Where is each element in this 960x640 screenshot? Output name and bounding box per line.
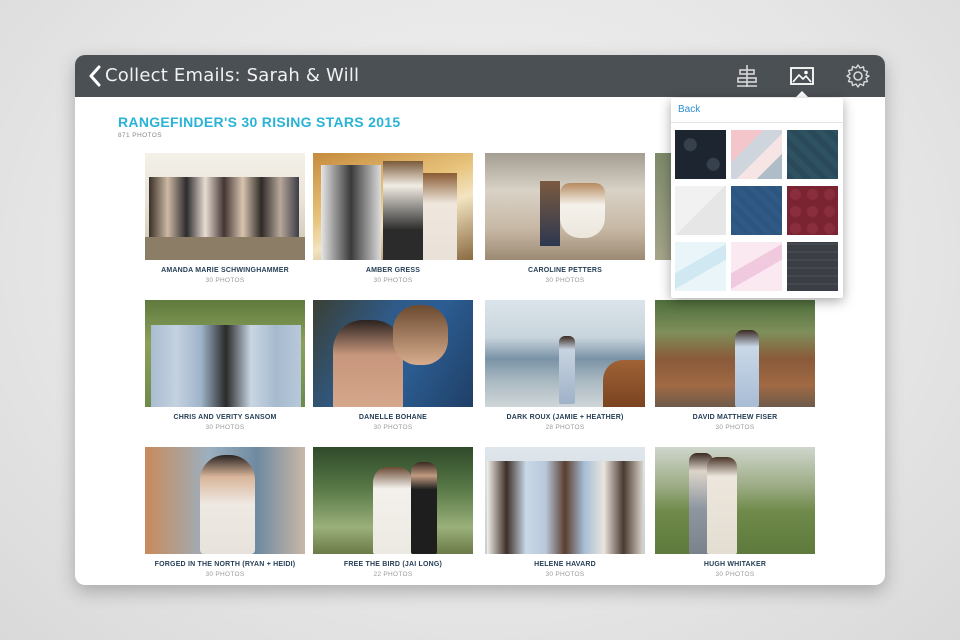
album-tile[interactable]: DARK ROUX (JAMIE + HEATHER) 28 PHOTOS — [485, 300, 645, 431]
album-tile[interactable]: AMBER GRESS 30 PHOTOS — [313, 153, 473, 284]
album-thumbnail[interactable] — [485, 153, 645, 260]
album-photo-count: 22 PHOTOS — [373, 571, 413, 578]
gallery-title: RANGEFINDER'S 30 RISING STARS 2015 — [118, 114, 401, 130]
album-tile[interactable]: HUGH WHITAKER 30 PHOTOS — [655, 447, 815, 578]
album-photo-count: 30 PHOTOS — [545, 571, 585, 578]
album-photo-count: 30 PHOTOS — [373, 424, 413, 431]
album-name: FREE THE BIRD (JAI LONG) — [343, 561, 443, 568]
album-thumbnail[interactable] — [145, 300, 305, 407]
popover-divider — [671, 122, 843, 123]
swatch-dark-plaid[interactable] — [787, 242, 838, 291]
album-tile[interactable]: HELENE HAVARD 30 PHOTOS — [485, 447, 645, 578]
album-photo-count: 30 PHOTOS — [715, 571, 755, 578]
gear-icon[interactable] — [845, 63, 871, 89]
image-icon[interactable] — [789, 63, 815, 89]
album-tile[interactable]: AMANDA MARIE SCHWINGHAMMER 30 PHOTOS — [145, 153, 305, 284]
album-name: FORGED IN THE NORTH (RYAN + HEIDI) — [154, 561, 296, 568]
swatch-pink-chevron[interactable] — [731, 242, 782, 291]
album-thumbnail[interactable] — [145, 153, 305, 260]
album-thumbnail[interactable] — [313, 153, 473, 260]
album-photo-count: 30 PHOTOS — [205, 571, 245, 578]
album-photo-count: 28 PHOTOS — [545, 424, 585, 431]
album-tile[interactable]: CAROLINE PETTERS 30 PHOTOS — [485, 153, 645, 284]
album-thumbnail[interactable] — [485, 300, 645, 407]
album-tile[interactable]: FORGED IN THE NORTH (RYAN + HEIDI) 30 PH… — [145, 447, 305, 578]
album-name: DARK ROUX (JAMIE + HEATHER) — [506, 414, 624, 421]
swatch-teal-pattern[interactable] — [787, 130, 838, 179]
album-thumbnail[interactable] — [485, 447, 645, 554]
align-icon[interactable] — [734, 63, 760, 89]
album-photo-count: 30 PHOTOS — [373, 277, 413, 284]
album-name: DAVID MATTHEW FISER — [692, 414, 778, 421]
swatch-pastel-triangles[interactable] — [731, 130, 782, 179]
album-photo-count: 30 PHOTOS — [545, 277, 585, 284]
swatch-light-blue-chevron[interactable] — [675, 242, 726, 291]
album-tile[interactable]: FREE THE BIRD (JAI LONG) 22 PHOTOS — [313, 447, 473, 578]
swatch-black-damask[interactable] — [675, 130, 726, 179]
album-name: DANELLE BOHANE — [358, 414, 428, 421]
album-thumbnail[interactable] — [313, 300, 473, 407]
title-bar: Collect Emails: Sarah & Will — [75, 55, 885, 98]
background-picker-popover: Back — [671, 98, 843, 298]
window-title: Collect Emails: Sarah & Will — [105, 65, 360, 86]
album-name: HUGH WHITAKER — [703, 561, 767, 568]
album-photo-count: 30 PHOTOS — [205, 277, 245, 284]
album-tile[interactable]: CHRIS AND VERITY SANSOM 30 PHOTOS — [145, 300, 305, 431]
album-thumbnail[interactable] — [655, 447, 815, 554]
swatch-maroon-pattern[interactable] — [787, 186, 838, 235]
album-thumbnail[interactable] — [655, 300, 815, 407]
album-tile[interactable]: DAVID MATTHEW FISER 30 PHOTOS — [655, 300, 815, 431]
popover-back-button[interactable]: Back — [678, 104, 700, 115]
swatch-light-gray[interactable] — [675, 186, 726, 235]
album-thumbnail[interactable] — [313, 447, 473, 554]
album-tile[interactable]: DANELLE BOHANE 30 PHOTOS — [313, 300, 473, 431]
album-name: CAROLINE PETTERS — [528, 267, 602, 274]
album-name: AMBER GRESS — [365, 267, 421, 274]
back-chevron-icon[interactable] — [87, 65, 103, 87]
swatch-blue-pattern[interactable] — [731, 186, 782, 235]
album-photo-count: 30 PHOTOS — [205, 424, 245, 431]
gallery-photo-count: 871 PHOTOS — [118, 132, 162, 139]
album-photo-count: 30 PHOTOS — [715, 424, 755, 431]
album-name: CHRIS AND VERITY SANSOM — [173, 414, 277, 421]
album-thumbnail[interactable] — [145, 447, 305, 554]
album-name: HELENE HAVARD — [534, 561, 596, 568]
album-name: AMANDA MARIE SCHWINGHAMMER — [161, 267, 289, 274]
